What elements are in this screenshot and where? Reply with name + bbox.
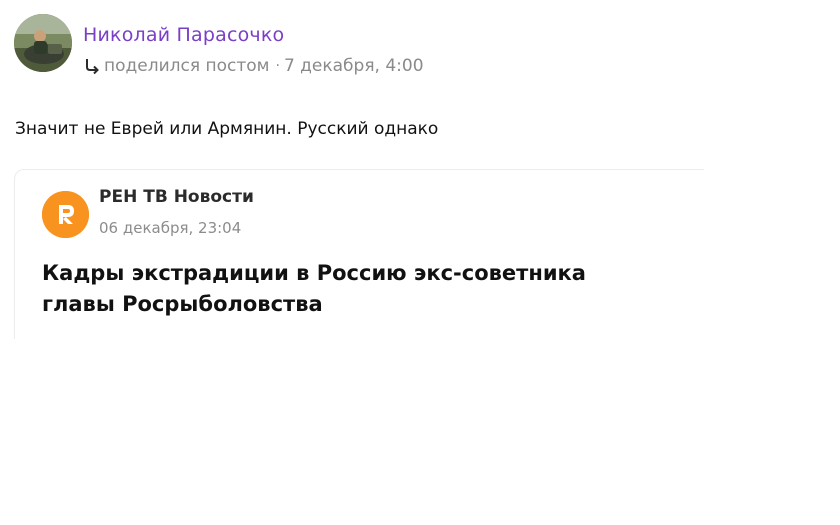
post-action-label: поделился постом <box>104 56 270 76</box>
shared-post-card[interactable]: РЕН ТВ Новости 06 декабря, 23:04 Кадры э… <box>14 169 704 339</box>
source-name[interactable]: РЕН ТВ Новости <box>99 187 254 207</box>
post-meta: поделился постом · 7 декабря, 4:00 <box>83 56 424 76</box>
post-screen: Николай Парасочко поделился постом · 7 д… <box>0 0 840 525</box>
source-date: 06 декабря, 23:04 <box>99 219 242 237</box>
card-edge <box>678 170 704 339</box>
shared-headline[interactable]: Кадры экстрадиции в Россию экс-советника… <box>42 258 662 320</box>
author-avatar[interactable] <box>14 14 72 72</box>
share-arrow-icon <box>83 57 101 75</box>
author-name[interactable]: Николай Парасочко <box>83 24 284 46</box>
meta-separator: · <box>275 58 280 74</box>
post-text: Значит не Еврей или Армянин. Русский одн… <box>15 119 439 139</box>
post-timestamp[interactable]: 7 декабря, 4:00 <box>284 56 424 76</box>
ren-tv-logo-icon[interactable] <box>42 191 89 238</box>
